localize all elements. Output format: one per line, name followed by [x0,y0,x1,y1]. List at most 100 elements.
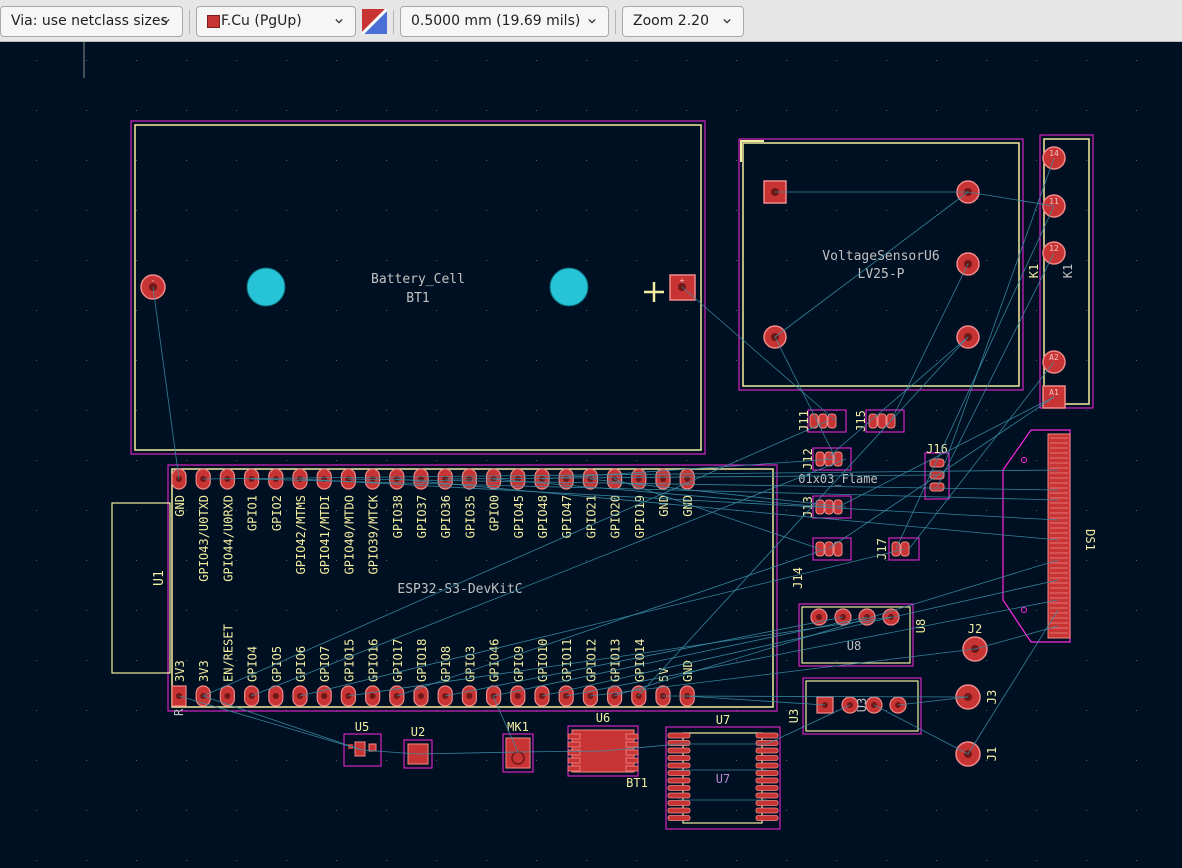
k1-fab-label: K1 [1061,264,1075,278]
u7-pad[interactable] [667,762,691,769]
u1-pin-label: GPIO2 [270,495,284,531]
toolbar-separator [615,10,616,34]
u1-pin-bottom[interactable]: GPIO8 [437,646,453,707]
toolbar-separator [189,10,190,34]
k1-pad-label: A2 [1049,353,1059,362]
u1-pin-bottom[interactable]: GPIO18 [413,639,429,707]
u1-pin-label: GPIO15 [342,639,356,682]
u3-ref-label: U3 [787,709,801,723]
u1-pin-top[interactable]: GPIO40/MTDO [340,468,356,574]
chevron-down-icon [335,18,343,24]
layer-pair-button[interactable] [360,7,389,36]
connector-pad[interactable] [877,413,887,429]
u7-pad[interactable] [755,800,779,806]
u1-pin-bottom[interactable]: EN/RESET [219,624,235,707]
pcb-canvas[interactable]: Battery_Cell BT1 - + VoltageSensorU6 LV2… [0,42,1182,864]
connector-pad[interactable] [827,413,837,429]
u1-pin-label: GPIO36 [439,495,453,538]
bt1-small-ref-label: BT1 [626,776,648,790]
u1-pin-label: GPIO38 [391,495,405,538]
u7-pad[interactable] [667,755,691,761]
u1-r-fragment: R [172,708,186,716]
u1-pin-label: GND [173,495,187,517]
u7-pad[interactable] [755,792,779,799]
pcb-board-view[interactable]: Battery_Cell BT1 - + VoltageSensorU6 LV2… [0,42,1182,864]
u1-pin-top[interactable]: GPIO47 [558,468,574,538]
zoom-value: Zoom 2.20 [633,13,709,29]
u7-pad[interactable] [755,747,779,754]
j17-ref-label: J17 [875,538,889,560]
u1-pin-label: GPIO43/U0TXD [197,495,211,582]
u1-pin-top[interactable]: GPIO44/U0RXD [219,468,235,582]
u1-pin-top[interactable]: GPIO36 [437,468,453,538]
connector-pad[interactable] [815,451,825,467]
layer-value: F.Cu (PgUp) [221,13,302,29]
u7-pad[interactable] [755,740,779,746]
u7-pad[interactable] [667,770,691,776]
u1-pin-label: GPIO7 [318,646,332,682]
u1-pin-top[interactable]: GPIO39/MTCK [365,468,381,574]
u7-pad[interactable] [755,762,779,769]
u7-pad[interactable] [667,777,691,784]
j14-ref-label: J14 [791,567,805,589]
via-size-dropdown[interactable]: Via: use netclass sizes [0,6,183,37]
u1-value-label: ESP32-S3-DevKitC [397,582,522,597]
k1-ref-label: K1 [1027,264,1041,278]
ds1-ref-label: DS1 [1083,529,1097,551]
u1-pin-label: 3V3 [173,660,187,682]
u1-pin-label: GPIO21 [584,495,598,538]
u1-pin-bottom[interactable]: GPIO14 [631,639,647,707]
u7-pad[interactable] [755,777,779,784]
u1-pin-label: GPIO40/MTDO [342,495,356,574]
u7-pad[interactable] [667,800,691,806]
u7-pad[interactable] [667,807,691,814]
u1-pin-top[interactable]: GPIO43/U0TXD [195,468,211,582]
u1-pin-top[interactable]: GPIO42/MTMS [292,468,308,574]
zoom-dropdown[interactable]: Zoom 2.20 [622,6,744,37]
u1-pin-top[interactable]: GPIO35 [461,468,477,538]
u1-pin-label: GPIO48 [536,495,550,538]
u7-pad[interactable] [667,732,691,739]
u6-value-label: VoltageSensorU6 [822,249,939,264]
u1-pin-bottom[interactable]: GPIO5 [268,646,284,707]
j1-ref-label: J1 [985,747,999,761]
u7-pad[interactable] [667,785,691,791]
u7-pad[interactable] [755,815,779,821]
u7-pad[interactable] [755,807,779,814]
u1-pin-label: GPIO41/MTDI [318,495,332,574]
connector-pad[interactable] [818,413,828,429]
u1-pin-label: GPIO17 [391,639,405,682]
chevron-down-icon [162,18,170,24]
u1-pin-top[interactable]: GPIO48 [534,468,550,538]
u7-pad[interactable] [667,792,691,799]
u1-pin-top[interactable]: GPIO41/MTDI [316,468,332,574]
u7-pad[interactable] [755,770,779,776]
u1-pin-label: EN/RESET [221,624,235,682]
u7-pad[interactable] [667,747,691,754]
layer-pair-icon [360,7,389,36]
u7-pad[interactable] [667,815,691,821]
layer-color-swatch [207,15,220,28]
u1-pin-bottom[interactable]: GPIO9 [510,646,526,707]
toolbar: Via: use netclass sizes F.Cu (PgUp) 0.50… [0,0,1182,42]
k1-pad-label: 11 [1049,197,1059,206]
connector-pad[interactable] [824,541,834,557]
grid-dropdown[interactable]: 0.5000 mm (19.69 mils) [400,6,609,37]
bt1-mount-hole-left [246,267,286,307]
u7-fab-label: U7 [716,772,730,786]
u1-pin-bottom[interactable]: GPIO7 [316,646,332,707]
j2-ref-label: J2 [968,622,982,636]
u3-fab-label: U3 [855,698,869,712]
u7-pad[interactable] [755,785,779,791]
connector-pad[interactable] [824,499,834,515]
k1-pad-label: 14 [1049,149,1059,158]
bt1-pad-plus-label: + [680,276,685,285]
layer-dropdown[interactable]: F.Cu (PgUp) [196,6,356,37]
u1-pin-top[interactable]: GPIO37 [413,468,429,538]
u1-pin-bottom[interactable]: GPIO16 [365,639,381,707]
u1-pin-bottom[interactable]: GPIO4 [244,646,260,707]
u7-pad[interactable] [755,732,779,739]
u1-pin-top[interactable]: GPIO45 [510,468,526,538]
u7-pad[interactable] [755,755,779,761]
u1-pin-label: GPIO35 [463,495,477,538]
